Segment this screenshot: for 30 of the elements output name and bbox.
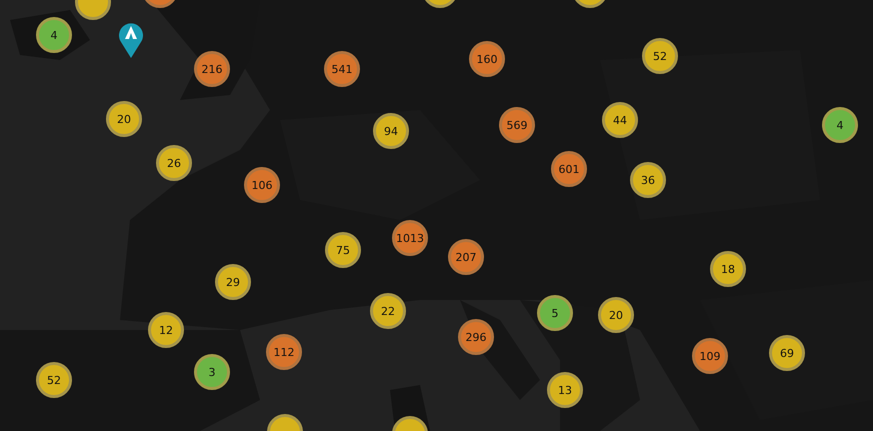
cluster-count: 112 bbox=[274, 346, 294, 358]
cluster-count: 18 bbox=[721, 262, 735, 276]
cluster-count: 69 bbox=[780, 346, 794, 360]
cluster-count: 29 bbox=[226, 276, 240, 288]
cluster-count: 22 bbox=[381, 304, 395, 318]
cluster-count: 160 bbox=[476, 52, 498, 66]
cluster-count: 109 bbox=[700, 350, 720, 362]
cluster-count: 106 bbox=[252, 178, 272, 192]
cluster-count: 1013 bbox=[396, 232, 424, 244]
cluster-count: 75 bbox=[336, 244, 350, 256]
cluster-count: 12 bbox=[159, 324, 173, 336]
cluster-count: 5 bbox=[552, 306, 558, 320]
cluster-count: 207 bbox=[456, 250, 476, 264]
cluster-count: 216 bbox=[202, 62, 222, 76]
cluster-count: 36 bbox=[641, 174, 655, 186]
cluster-count: 44 bbox=[613, 114, 627, 126]
cluster-count: 4 bbox=[836, 118, 844, 132]
cluster-count: 541 bbox=[332, 62, 352, 76]
cluster-count: 20 bbox=[117, 112, 131, 126]
cluster-count: 4 bbox=[50, 28, 58, 42]
cluster-count: 13 bbox=[558, 384, 572, 396]
cluster-count: 601 bbox=[558, 162, 580, 176]
cluster-count: 94 bbox=[384, 124, 398, 138]
cluster-count: 26 bbox=[167, 156, 181, 170]
cluster-count: 296 bbox=[466, 330, 486, 344]
cluster-count: 569 bbox=[506, 118, 528, 132]
cluster-count: 20 bbox=[609, 308, 623, 322]
cluster-count: 52 bbox=[653, 50, 667, 62]
cluster-count: 3 bbox=[208, 366, 216, 378]
cluster-count: 52 bbox=[47, 374, 61, 386]
